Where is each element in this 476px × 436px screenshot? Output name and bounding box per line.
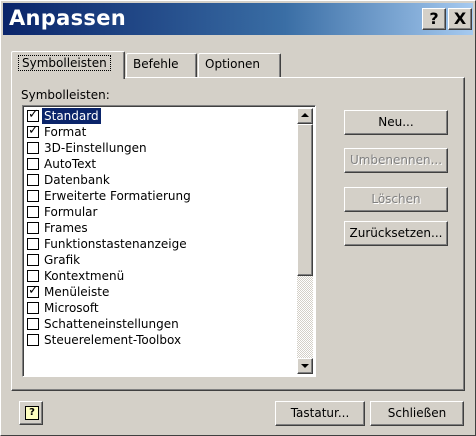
list-item-label: Frames (44, 221, 88, 235)
checkbox[interactable] (27, 270, 39, 282)
checkbox[interactable] (27, 318, 39, 330)
toolbars-listbox[interactable]: ✓ Standard ✓ Format 3D-Einstellungen AutoText… (22, 105, 316, 377)
list-item[interactable]: Schatteneinstellungen (25, 316, 297, 332)
list-item[interactable]: Erweiterte Formatierung (25, 188, 297, 204)
list-item[interactable]: Funktionstastenanzeige (25, 236, 297, 252)
keyboard-button[interactable]: Tastatur... (275, 401, 365, 426)
checkbox[interactable] (27, 190, 39, 202)
close-button[interactable]: X (448, 8, 472, 30)
list-item[interactable]: ✓ Standard (25, 108, 297, 124)
checkbox[interactable]: ✓ (27, 123, 39, 138)
list-item-label: AutoText (44, 157, 97, 171)
context-help-button[interactable]: ? (19, 401, 43, 425)
rename-button[interactable]: Umbenennen... (344, 148, 448, 173)
help-button[interactable]: ? (422, 8, 446, 30)
tab-symbolleisten[interactable]: Symbolleisten (11, 51, 125, 79)
list-item[interactable]: ✓ Menüleiste (25, 284, 297, 300)
list-item-label: Funktionstastenanzeige (44, 237, 187, 251)
rename-button-label: Umbenennen... (349, 153, 443, 167)
delete-button[interactable]: Löschen (344, 187, 448, 212)
list-item[interactable]: ✓ Format (25, 124, 297, 140)
checkbox[interactable] (27, 302, 39, 314)
new-button[interactable]: Neu... (344, 110, 448, 135)
checkbox[interactable] (27, 334, 39, 346)
checkmark-icon: ✓ (28, 283, 39, 298)
list-item[interactable]: Kontextmenü (25, 268, 297, 284)
keyboard-button-label: Tastatur... (290, 406, 350, 420)
toolbars-list-label: Symbolleisten: (21, 88, 110, 102)
list-item-label: 3D-Einstellungen (44, 141, 147, 155)
list-item-label: Kontextmenü (44, 269, 125, 283)
checkbox[interactable]: ✓ (27, 283, 39, 298)
scroll-up-button[interactable] (297, 108, 313, 124)
delete-button-label: Löschen (371, 192, 421, 206)
list-item[interactable]: Steuerelement-Toolbox (25, 332, 297, 348)
checkbox[interactable] (27, 206, 39, 218)
list-item-label: Grafik (44, 253, 81, 267)
scrollbar-thumb[interactable] (297, 124, 313, 276)
tab-optionen[interactable]: Optionen (198, 53, 281, 77)
close-dialog-button[interactable]: Schließen (370, 401, 464, 426)
checkbox[interactable] (27, 254, 39, 266)
arrow-up-icon (301, 113, 309, 117)
list-item[interactable]: Datenbank (25, 172, 297, 188)
reset-button-label: Zurücksetzen... (349, 226, 443, 240)
list-item[interactable]: Frames (25, 220, 297, 236)
title-bar[interactable]: Anpassen ? X (3, 3, 473, 35)
customize-dialog: Anpassen ? X Symbolleisten Befehle Optio… (0, 0, 476, 436)
list-item[interactable]: Microsoft (25, 300, 297, 316)
list-item-label: Standard (42, 108, 101, 124)
list-item[interactable]: Grafik (25, 252, 297, 268)
checkbox[interactable] (27, 142, 39, 154)
list-item-label: Menüleiste (44, 285, 110, 299)
close-dialog-button-label: Schließen (387, 406, 447, 420)
tab-label: Symbolleisten (18, 55, 111, 71)
list-item-label: Format (44, 125, 87, 139)
reset-button[interactable]: Zurücksetzen... (344, 221, 448, 246)
vertical-scrollbar[interactable] (297, 108, 313, 374)
checkbox[interactable] (27, 174, 39, 186)
checkbox[interactable]: ✓ (27, 107, 39, 122)
close-icon: X (453, 9, 467, 28)
list-item[interactable]: 3D-Einstellungen (25, 140, 297, 156)
help-icon: ? (25, 406, 39, 420)
arrow-down-icon (301, 364, 309, 368)
list-item-label: Schatteneinstellungen (44, 317, 179, 331)
toolbars-list: ✓ Standard ✓ Format 3D-Einstellungen AutoText… (25, 108, 297, 348)
checkbox[interactable] (27, 238, 39, 250)
new-button-label: Neu... (378, 115, 414, 129)
list-item-label: Datenbank (44, 173, 110, 187)
list-item-label: Erweiterte Formatierung (44, 189, 191, 203)
scroll-down-button[interactable] (297, 358, 313, 374)
list-item-label: Microsoft (44, 301, 99, 315)
list-item[interactable]: Formular (25, 204, 297, 220)
question-mark-icon: ? (429, 9, 439, 28)
checkbox[interactable] (27, 222, 39, 234)
dialog-title: Anpassen (9, 6, 126, 30)
checkmark-icon: ✓ (28, 107, 39, 122)
list-item[interactable]: AutoText (25, 156, 297, 172)
tab-label: Befehle (133, 57, 179, 71)
list-item-label: Formular (44, 205, 98, 219)
checkmark-icon: ✓ (28, 123, 39, 138)
list-item-label: Steuerelement-Toolbox (44, 333, 182, 347)
tab-befehle[interactable]: Befehle (126, 53, 197, 77)
tab-label: Optionen (205, 57, 261, 71)
checkbox[interactable] (27, 158, 39, 170)
